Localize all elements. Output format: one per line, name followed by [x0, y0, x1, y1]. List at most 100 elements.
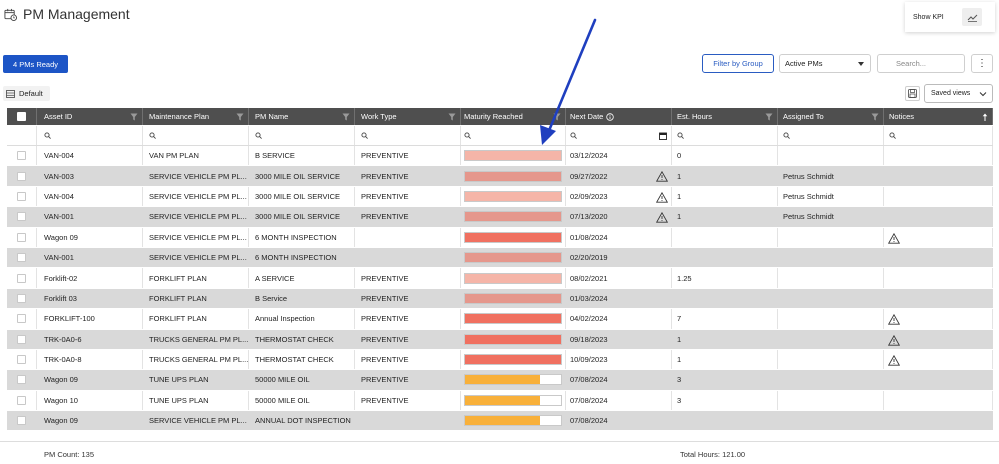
column-filter-input[interactable]: [884, 126, 993, 145]
plan-text: SERVICE VEHICLE PM PL...: [149, 416, 247, 426]
next_date-text: 02/09/2023: [570, 191, 608, 201]
row-checkbox[interactable]: [17, 334, 26, 344]
table-row[interactable]: Forklift 03 FORKLIFT PLAN B Service PREVENT…: [7, 288, 993, 310]
table-row[interactable]: VAN-001 SERVICE VEHICLE PM PL... 6 MONTH I…: [7, 247, 993, 269]
more-options-button[interactable]: ⋮: [971, 54, 993, 73]
notice-cell: [884, 411, 993, 431]
row-checkbox[interactable]: [17, 171, 26, 181]
search-icon: [464, 132, 471, 139]
show-kpi-label[interactable]: Show KPI: [913, 14, 944, 21]
table-cell: PREVENTIVE: [355, 268, 461, 288]
warning-icon: [888, 232, 900, 244]
column-header[interactable]: Asset ID: [37, 108, 143, 125]
default-view-button[interactable]: Default: [3, 86, 50, 101]
row-checkbox[interactable]: [17, 395, 26, 405]
table-cell: [672, 411, 778, 431]
column-header[interactable]: Est. Hours: [672, 108, 778, 125]
column-header[interactable]: Maintenance Plan: [143, 108, 249, 125]
next_date-text: 07/08/2024: [570, 416, 608, 426]
table-cell: 50000 MILE OIL: [249, 370, 355, 390]
save-view-button[interactable]: [905, 86, 920, 101]
row-checkbox[interactable]: [17, 273, 26, 283]
pm-text: 3000 MILE OIL SERVICE: [255, 191, 341, 201]
row-select-cell: [7, 309, 37, 329]
column-filter-input[interactable]: [778, 126, 884, 145]
row-checkbox[interactable]: [17, 375, 26, 385]
table-row[interactable]: Forklift-02 FORKLIFT PLAN A SERVICE PREVENT…: [7, 268, 993, 289]
filter-funnel-icon[interactable]: [871, 113, 879, 121]
filter-funnel-icon[interactable]: [130, 113, 138, 121]
pm-text: 50000 MILE OIL: [255, 375, 310, 385]
notice-cell: [884, 166, 993, 186]
column-filter-input[interactable]: [672, 126, 778, 145]
pms-ready-button[interactable]: 4 PMs Ready: [3, 55, 68, 73]
pm-text: B SERVICE: [255, 151, 295, 161]
table-cell: 02/20/2019: [566, 247, 672, 268]
row-checkbox[interactable]: [17, 314, 26, 324]
pm-text: THERMOSTAT CHECK: [255, 355, 334, 365]
saved-views-select[interactable]: Saved views: [924, 84, 993, 103]
column-filter-input[interactable]: [249, 126, 355, 145]
table-row[interactable]: Wagon 09 SERVICE VEHICLE PM PL... ANNUAL D…: [7, 411, 993, 432]
hours-text: 1: [677, 355, 682, 365]
table-row[interactable]: VAN-003 SERVICE VEHICLE PM PL... 3000 MILE…: [7, 166, 993, 187]
table-cell: 10/09/2023: [566, 349, 672, 370]
row-checkbox[interactable]: [17, 191, 26, 201]
calendar-clock-icon: [4, 8, 17, 21]
notice-cell: [884, 247, 993, 268]
filter-funnel-icon[interactable]: [765, 113, 773, 121]
column-header[interactable]: Assigned To: [778, 108, 884, 125]
table-row[interactable]: FORKLIFT-100 FORKLIFT PLAN Annual Inspecti…: [7, 309, 993, 330]
maturity-bar-fill: [465, 191, 561, 201]
row-checkbox[interactable]: [17, 212, 26, 222]
table-cell: 3000 MILE OIL SERVICE: [249, 207, 355, 227]
search-icon: [783, 132, 790, 139]
filter-funnel-icon[interactable]: [448, 113, 456, 121]
filter-funnel-icon[interactable]: [236, 113, 244, 121]
column-filter-input[interactable]: [355, 126, 461, 145]
column-header[interactable]: PM Name: [249, 108, 355, 125]
table-row[interactable]: TRK-0A0-8 TRUCKS GENERAL PM PL... THERMOST…: [7, 349, 993, 371]
maturity-bar-fill: [465, 212, 561, 222]
table-cell: B Service: [249, 288, 355, 309]
table-row[interactable]: Wagon 10 TUNE UPS PLAN 50000 MILE OIL PREVE…: [7, 390, 993, 412]
plan-text: SERVICE VEHICLE PM PL...: [149, 171, 247, 181]
maturity-cell: [461, 349, 566, 370]
filter-by-group-button[interactable]: Filter by Group: [702, 54, 774, 73]
notice-cell: [884, 329, 993, 349]
row-checkbox[interactable]: [17, 416, 26, 426]
column-filter-input[interactable]: [37, 126, 143, 145]
asset-text: TRK-0A0-6: [44, 334, 82, 344]
row-checkbox[interactable]: [17, 355, 26, 365]
row-checkbox[interactable]: [17, 232, 26, 242]
maturity-bar-fill: [465, 253, 561, 263]
pm-table: Asset ID Maintenance Plan PM Name Work Type…: [7, 108, 993, 432]
select-all-checkbox[interactable]: [17, 112, 26, 121]
table-cell: PREVENTIVE: [355, 207, 461, 227]
row-checkbox[interactable]: [17, 293, 26, 303]
column-header[interactable]: Notices: [884, 108, 993, 125]
table-row[interactable]: VAN-004 SERVICE VEHICLE PM PL... 3000 MILE…: [7, 186, 993, 208]
row-checkbox[interactable]: [17, 151, 26, 161]
column-filter-input[interactable]: [143, 126, 249, 145]
active-pms-select[interactable]: Active PMs: [779, 54, 871, 73]
row-checkbox[interactable]: [17, 253, 26, 263]
table-row[interactable]: VAN-001 SERVICE VEHICLE PM PL... 3000 MILE…: [7, 207, 993, 228]
table-cell: VAN-004: [37, 146, 143, 166]
calendar-icon[interactable]: [659, 132, 667, 140]
next_date-text: 07/08/2024: [570, 395, 608, 405]
table-row[interactable]: VAN-004 VAN PM PLAN B SERVICE PREVENTIVE 03/…: [7, 146, 993, 167]
sort-icon[interactable]: [982, 113, 988, 122]
save-icon: [908, 89, 917, 98]
table-cell: SERVICE VEHICLE PM PL...: [143, 207, 249, 227]
table-row[interactable]: Wagon 09 TUNE UPS PLAN 50000 MILE OIL PREVE…: [7, 370, 993, 391]
table-row[interactable]: TRK-0A0-6 TRUCKS GENERAL PM PL... THERMOST…: [7, 329, 993, 350]
table-cell: 6 MONTH INSPECTION: [249, 247, 355, 268]
filter-funnel-icon[interactable]: [342, 113, 350, 121]
maturity-bar: [464, 231, 562, 243]
table-row[interactable]: Wagon 09 SERVICE VEHICLE PM PL... 6 MONTH …: [7, 227, 993, 248]
search-input[interactable]: Search...: [877, 54, 965, 73]
column-header[interactable]: Work Type: [355, 108, 461, 125]
column-header-label: Asset ID: [44, 112, 73, 121]
kpi-toggle-button[interactable]: [962, 8, 982, 26]
